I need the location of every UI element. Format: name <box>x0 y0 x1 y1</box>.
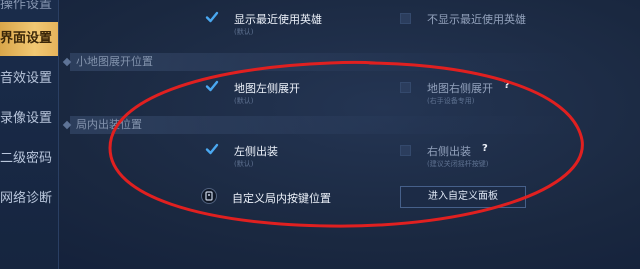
sidebar-item-secondary-password[interactable]: 二级密码 <box>0 142 58 176</box>
settings-content: 显示最近使用英雄 (默认) 不显示最近使用英雄 小地图展开位置 地图左侧展开 (… <box>58 0 640 269</box>
minimap-left-default-note: (默认) <box>234 97 254 105</box>
equip-right-checkbox[interactable] <box>400 145 411 156</box>
sidebar-item-interface[interactable]: 界面设置 <box>0 22 58 56</box>
hide-recent-heroes-label[interactable]: 不显示最近使用英雄 <box>427 11 526 27</box>
sidebar-item-replay[interactable]: 录像设置 <box>0 102 58 136</box>
minimap-left-check-icon[interactable] <box>205 79 219 93</box>
hide-recent-checkbox[interactable] <box>400 13 411 24</box>
equip-section-title: 局内出装位置 <box>76 118 142 131</box>
sidebar-item-controls[interactable]: 操作设置 <box>0 0 58 16</box>
minimap-right-note: (右手设备专用) <box>427 97 475 105</box>
minimap-section-title: 小地图展开位置 <box>76 55 153 68</box>
enter-custom-panel-button[interactable]: 进入自定义面板 <box>400 186 526 208</box>
minimap-right-label[interactable]: 地图右侧展开 <box>427 80 493 96</box>
equip-right-help-icon[interactable]: ? <box>482 143 488 154</box>
show-recent-check-icon[interactable] <box>205 10 219 24</box>
sidebar-item-sound[interactable]: 音效设置 <box>0 62 58 96</box>
equip-right-note: (建议关闭摇杆按键) <box>427 160 489 168</box>
minimap-left-label[interactable]: 地图左侧展开 <box>234 80 300 96</box>
custom-key-position-label: 自定义局内按键位置 <box>232 192 331 205</box>
equip-left-default-note: (默认) <box>234 160 254 168</box>
settings-screen: 操作设置 界面设置 音效设置 录像设置 二级密码 网络诊断 显示最近使用英雄 (… <box>0 0 640 269</box>
show-recent-heroes-default-note: (默认) <box>234 28 254 36</box>
settings-sidebar: 操作设置 界面设置 音效设置 录像设置 二级密码 网络诊断 <box>0 0 59 269</box>
minimap-right-help-icon[interactable]: ? <box>504 80 510 91</box>
sidebar-item-network-diagnosis[interactable]: 网络诊断 <box>0 182 58 216</box>
equip-left-label[interactable]: 左侧出装 <box>234 143 278 159</box>
show-recent-heroes-label[interactable]: 显示最近使用英雄 <box>234 11 322 27</box>
equip-section-bar <box>70 116 575 134</box>
minimap-right-checkbox[interactable] <box>400 82 411 93</box>
equip-left-check-icon[interactable] <box>205 142 219 156</box>
equip-right-label[interactable]: 右侧出装 <box>427 143 471 159</box>
gamepad-icon <box>201 188 217 204</box>
